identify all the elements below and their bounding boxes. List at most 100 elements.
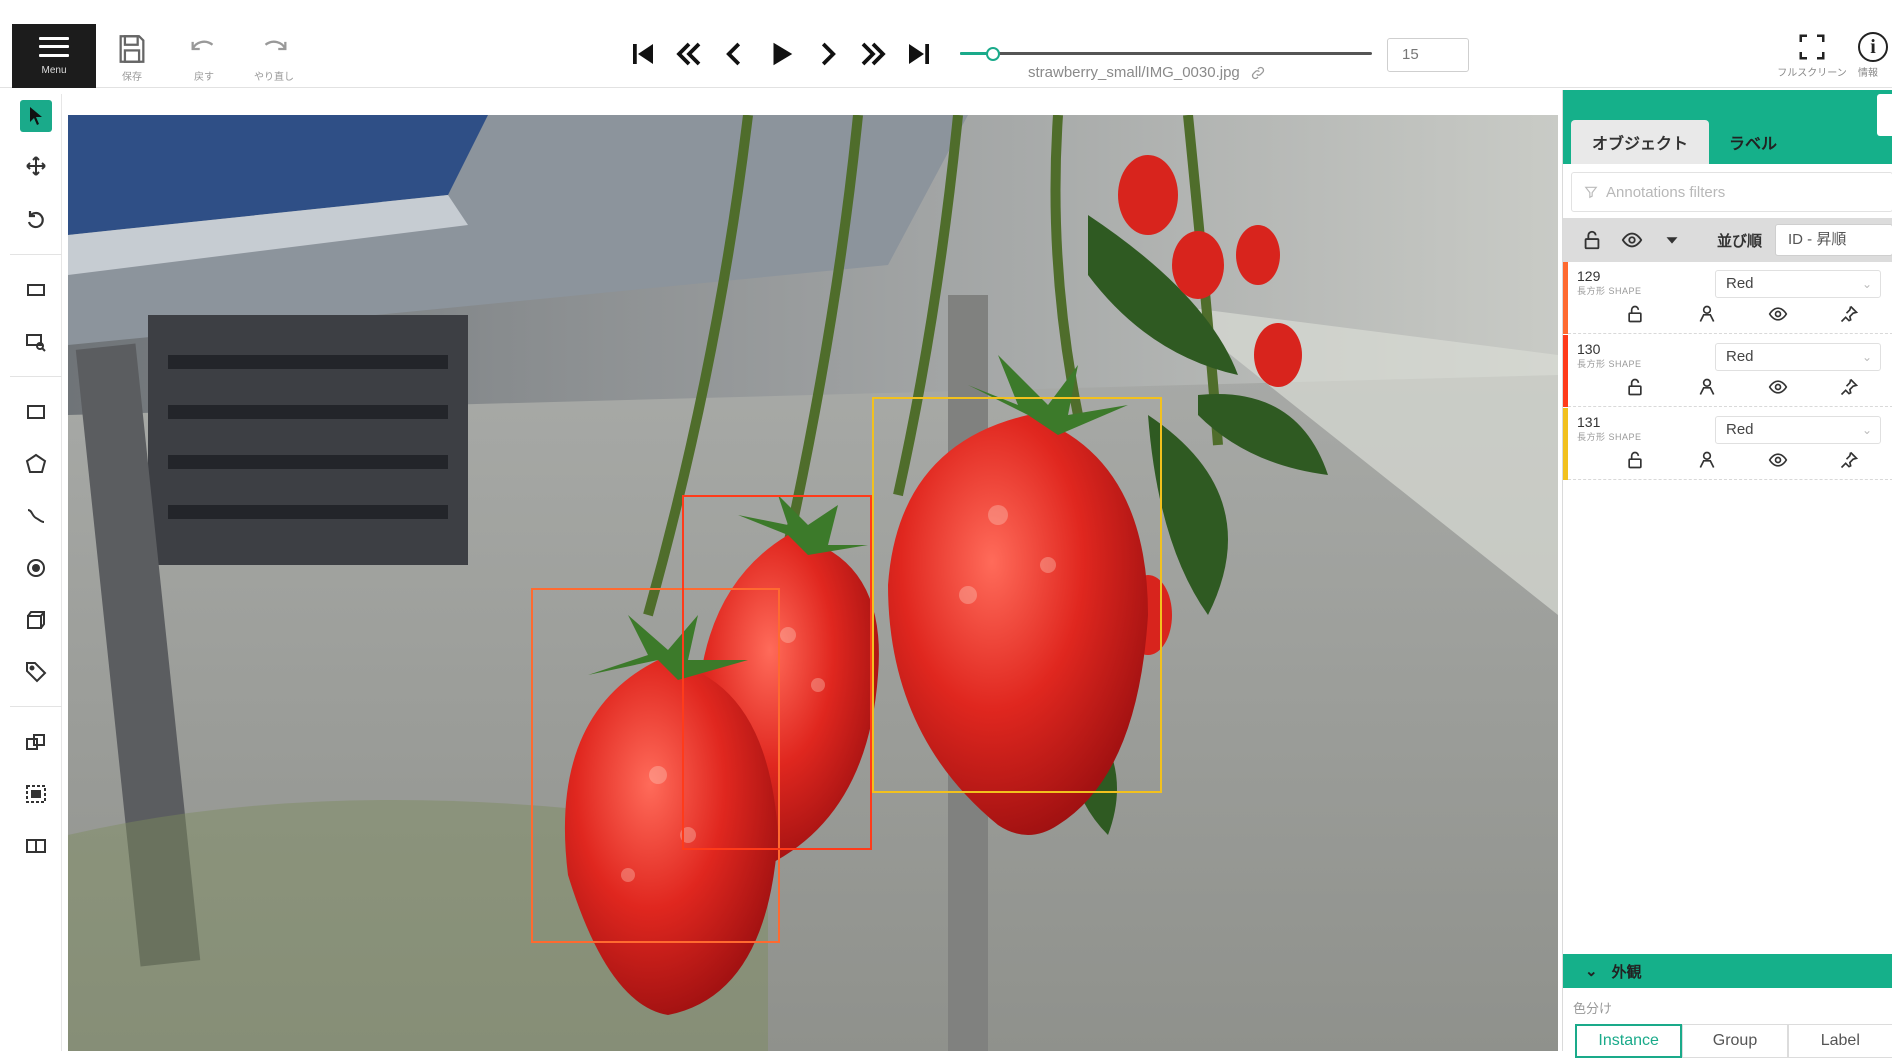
cuboid-tool[interactable] — [20, 604, 52, 636]
object-item[interactable]: 130 長方形 SHAPE Red ⌄ — [1563, 335, 1892, 407]
redo-button[interactable]: やり直し — [244, 32, 304, 84]
cuboid-icon — [27, 611, 45, 629]
fullscreen-button[interactable]: フルスクリーン — [1770, 32, 1854, 88]
eye-icon[interactable] — [1768, 377, 1790, 399]
undo-label: 戻す — [194, 72, 214, 83]
lock-icon[interactable] — [1625, 304, 1647, 326]
play-button[interactable] — [758, 34, 804, 74]
eye-all-icon[interactable] — [1621, 229, 1643, 251]
appearance-section-header[interactable]: ⌄ 外観 — [1563, 954, 1892, 988]
object-label-select[interactable]: Red ⌄ — [1715, 416, 1881, 444]
last-frame-button[interactable] — [896, 34, 942, 74]
info-icon: i — [1858, 32, 1888, 62]
chevron-down-icon: ⌄ — [1585, 963, 1598, 980]
sort-bar: 並び順 ID - 昇順 — [1563, 218, 1892, 262]
sidebar-collapse-handle[interactable] — [1877, 94, 1892, 136]
slider-handle[interactable] — [985, 47, 1000, 61]
polygon-tool[interactable] — [20, 448, 52, 480]
object-id: 130 — [1577, 341, 1601, 357]
eye-icon[interactable] — [1768, 304, 1790, 326]
rotate-tool[interactable] — [20, 204, 52, 236]
save-button[interactable]: 保存 — [102, 32, 162, 84]
fit-image-tool[interactable] — [20, 274, 52, 306]
lock-icon[interactable] — [1625, 450, 1647, 472]
bounding-box-131[interactable] — [872, 397, 1162, 793]
undo-icon — [191, 40, 214, 51]
first-frame-button[interactable] — [620, 34, 666, 74]
color-by-group[interactable]: Group — [1682, 1024, 1788, 1058]
rectangle-icon — [27, 405, 45, 419]
pin-icon[interactable] — [1839, 304, 1861, 326]
object-id: 131 — [1577, 414, 1601, 430]
hamburger-icon — [39, 36, 69, 57]
fit-rectangle-icon — [27, 284, 45, 296]
merge-shapes-icon — [26, 734, 45, 750]
polyline-icon — [27, 509, 45, 523]
object-type: 長方形 SHAPE — [1577, 359, 1642, 369]
object-type: 長方形 SHAPE — [1577, 432, 1642, 442]
object-id: 129 — [1577, 268, 1601, 284]
link-icon[interactable] — [1250, 65, 1266, 81]
object-label-select[interactable]: Red ⌄ — [1715, 270, 1881, 298]
skip-first-icon — [633, 44, 653, 64]
next-frame-button[interactable] — [804, 34, 850, 74]
pin-icon[interactable] — [1839, 450, 1861, 472]
group-tool[interactable] — [20, 778, 52, 810]
eye-icon[interactable] — [1768, 450, 1790, 472]
polyline-tool[interactable] — [20, 500, 52, 532]
tab-labels[interactable]: ラベル — [1713, 120, 1793, 164]
point-tool[interactable] — [20, 552, 52, 584]
cursor-tool[interactable] — [20, 100, 52, 132]
sort-select[interactable]: ID - 昇順 — [1775, 224, 1892, 256]
rectangle-tool[interactable] — [20, 396, 52, 428]
color-by-label-option[interactable]: Label — [1787, 1024, 1892, 1058]
save-label: 保存 — [122, 72, 142, 83]
person-icon[interactable] — [1697, 377, 1719, 399]
pin-icon[interactable] — [1839, 377, 1861, 399]
object-item[interactable]: 129 長方形 SHAPE Red ⌄ — [1563, 262, 1892, 334]
sort-label: 並び順 — [1717, 233, 1763, 250]
chevron-down-icon: ⌄ — [1861, 423, 1872, 437]
merge-tool[interactable] — [20, 726, 52, 758]
undo-button[interactable]: 戻す — [174, 32, 234, 84]
chevron-right-icon — [821, 42, 836, 66]
frame-slider[interactable] — [960, 47, 1372, 61]
tag-tool[interactable] — [20, 656, 52, 688]
person-icon[interactable] — [1697, 304, 1719, 326]
fullscreen-label: フルスクリーン — [1777, 68, 1847, 79]
tag-icon — [26, 662, 47, 683]
skip-last-icon — [909, 44, 929, 64]
filename-text: strawberry_small/IMG_0030.jpg — [1028, 64, 1240, 81]
save-icon — [119, 35, 145, 63]
split-tool[interactable] — [20, 830, 52, 862]
annotation-canvas[interactable] — [68, 115, 1558, 1051]
annotations-filter-input[interactable]: Annotations filters — [1571, 172, 1892, 212]
object-label-select[interactable]: Red ⌄ — [1715, 343, 1881, 371]
menu-label: Menu — [41, 64, 67, 76]
info-button[interactable]: i 情報 — [1858, 32, 1892, 88]
play-icon — [773, 42, 793, 66]
top-toolbar: Menu 保存 戻す やり直し strawberry_small/IMG_003… — [0, 24, 1892, 88]
zoom-region-tool[interactable] — [20, 326, 52, 358]
bounding-box-130[interactable] — [682, 495, 872, 850]
double-chevron-right-icon — [861, 42, 886, 66]
fast-forward-button[interactable] — [850, 34, 896, 74]
group-icon — [26, 785, 46, 803]
move-icon — [26, 156, 46, 176]
frame-number-input[interactable]: 15 — [1387, 38, 1469, 72]
color-by-instance[interactable]: Instance — [1575, 1024, 1683, 1058]
color-by-segmented-control: Instance Group Label — [1575, 1024, 1892, 1058]
tab-objects[interactable]: オブジェクト — [1571, 120, 1709, 164]
caret-down-icon[interactable] — [1661, 229, 1683, 251]
lock-icon[interactable] — [1625, 377, 1647, 399]
filename-display: strawberry_small/IMG_0030.jpg — [1028, 64, 1266, 81]
menu-button[interactable]: Menu — [12, 24, 96, 88]
lock-all-icon[interactable] — [1581, 229, 1603, 251]
object-item[interactable]: 131 長方形 SHAPE Red ⌄ — [1563, 408, 1892, 480]
previous-frame-button[interactable] — [712, 34, 758, 74]
move-tool[interactable] — [20, 150, 52, 182]
fast-backward-button[interactable] — [666, 34, 712, 74]
person-icon[interactable] — [1697, 450, 1719, 472]
objects-sidebar: オブジェクト ラベル Annotations filters 並び順 ID - … — [1562, 90, 1892, 1058]
color-by-label: 色分け — [1573, 1001, 1613, 1016]
